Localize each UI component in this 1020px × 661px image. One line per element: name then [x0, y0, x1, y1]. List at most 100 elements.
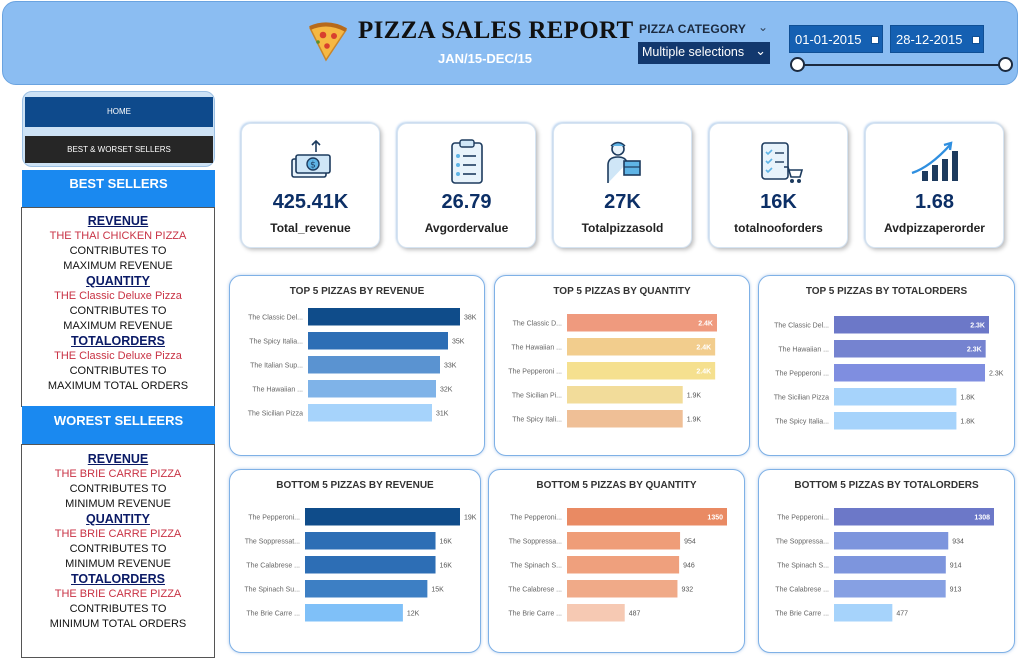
- category-label: The Pepperoni...: [777, 514, 829, 521]
- category-label: The Soppressa...: [776, 538, 829, 545]
- bar[interactable]: [567, 532, 681, 550]
- category-label: The Pepperoni...: [510, 514, 562, 521]
- bar[interactable]: [305, 508, 460, 526]
- bar[interactable]: [308, 332, 448, 350]
- worst-revenue-line1: CONTRIBUTES TO: [69, 483, 167, 495]
- chart-title: BOTTOM 5 PIZZAS BY QUANTITY: [536, 480, 697, 491]
- data-label: 1.9K: [687, 416, 702, 423]
- bar[interactable]: [834, 604, 893, 622]
- bar-chart-plot: The Pepperoni... 1350 The Soppressa... 954 T…: [508, 508, 727, 622]
- data-label: 934: [952, 538, 964, 545]
- bar[interactable]: [834, 412, 957, 430]
- data-label: 19K: [464, 514, 477, 521]
- bar[interactable]: [567, 386, 683, 404]
- date-range-slider-track[interactable]: [797, 64, 1006, 66]
- data-label: 932: [681, 586, 693, 593]
- bar[interactable]: [567, 604, 625, 622]
- category-dropdown[interactable]: Multiple selections ⌄: [638, 42, 770, 64]
- bar[interactable]: [567, 508, 727, 526]
- bar[interactable]: [567, 362, 716, 380]
- date-range-end-handle[interactable]: [998, 57, 1013, 72]
- category-label: The Classic D...: [513, 320, 562, 327]
- bar[interactable]: [305, 556, 436, 574]
- data-label: 954: [684, 538, 696, 545]
- data-label: 2.3K: [970, 322, 985, 329]
- bar[interactable]: [567, 556, 680, 574]
- bar[interactable]: [567, 580, 678, 598]
- bar[interactable]: [834, 556, 946, 574]
- chart-top-quantity: The Classic D... 2.4K The Hawaiian ... 2.4K…: [494, 275, 750, 456]
- calendar-icon[interactable]: [972, 36, 980, 44]
- chart-bottom-revenue: The Pepperoni... 19K The Soppressat... 16K T…: [229, 469, 481, 653]
- worst-orders-pizza: THE BRIE CARRE PIZZA: [54, 588, 182, 600]
- best-worst-sellers-button[interactable]: BEST & WORSET SELLERS: [25, 136, 213, 163]
- kpi-label: totalnooforders: [734, 221, 823, 235]
- best-quantity-line1: CONTRIBUTES TO: [69, 305, 167, 317]
- category-label: The Sicilian Pizza: [248, 410, 303, 417]
- category-label: The Spicy Italia...: [775, 418, 829, 425]
- data-label: 487: [629, 610, 641, 617]
- data-label: 1.9K: [687, 392, 702, 399]
- bar[interactable]: [834, 388, 957, 406]
- bar[interactable]: [305, 604, 403, 622]
- calendar-icon[interactable]: [871, 36, 879, 44]
- date-range-start-handle[interactable]: [790, 57, 805, 72]
- best-revenue-pizza: THE THAI CHICKEN PIZZA: [49, 230, 187, 242]
- bar[interactable]: [834, 364, 986, 382]
- worst-sellers-panel: REVENUE THE BRIE CARRE PIZZA CONTRIBUTES…: [21, 444, 215, 658]
- best-quantity-line2: MAXIMUM REVENUE: [63, 320, 173, 332]
- data-label: 1308: [974, 514, 990, 521]
- category-label: The Calabrese ...: [246, 562, 300, 569]
- best-orders-line1: CONTRIBUTES TO: [69, 365, 167, 377]
- bar[interactable]: [308, 356, 440, 374]
- bar[interactable]: [305, 532, 436, 550]
- bar[interactable]: [308, 404, 432, 422]
- data-label: 16K: [440, 538, 453, 545]
- chevron-down-icon[interactable]: ⌄: [758, 20, 768, 34]
- date-from-input[interactable]: 01-01-2015: [789, 25, 883, 53]
- bar[interactable]: [305, 580, 428, 598]
- chart-top-revenue: The Classic Del... 38K The Spicy Italia...…: [229, 275, 485, 456]
- bar[interactable]: [567, 338, 716, 356]
- kpi-card-avg-order-value: 26.79 Avgordervalue: [397, 123, 536, 248]
- worst-sellers-heading: WOREST SELLEERS: [22, 406, 215, 446]
- best-revenue-heading: REVENUE: [87, 214, 149, 228]
- page-title: PIZZA SALES REPORT: [358, 17, 634, 44]
- best-orders-line2: MAXIMUM TOTAL ORDERS: [47, 380, 189, 392]
- data-label: 1.8K: [960, 394, 975, 401]
- bar[interactable]: [308, 380, 436, 398]
- data-label: 2.4K: [696, 344, 711, 351]
- bar[interactable]: [308, 308, 460, 326]
- data-label: 2.4K: [696, 368, 711, 375]
- category-label: The Pepperoni ...: [508, 368, 562, 375]
- category-label: The Calabrese ...: [775, 586, 829, 593]
- svg-text:$: $: [310, 161, 316, 171]
- worst-revenue-line2: MINIMUM REVENUE: [65, 498, 171, 510]
- kpi-label: Totalpizzasold: [581, 221, 664, 235]
- bar[interactable]: [567, 410, 683, 428]
- category-label: The Spicy Itali...: [512, 416, 562, 423]
- home-button[interactable]: HOME: [25, 97, 213, 127]
- category-label: The Brie Carre ...: [508, 610, 562, 617]
- bar[interactable]: [834, 508, 994, 526]
- best-revenue-line1: CONTRIBUTES TO: [69, 245, 167, 257]
- data-label: 38K: [464, 314, 477, 321]
- category-label: The Pepperoni ...: [775, 370, 829, 377]
- kpi-card-total-orders: 16K totalnooforders: [709, 123, 848, 248]
- kpi-value: 425.41K: [272, 191, 349, 213]
- date-to-input[interactable]: 28-12-2015: [890, 25, 984, 53]
- bar[interactable]: [834, 580, 946, 598]
- category-label: The Italian Sup...: [250, 362, 303, 369]
- category-label: The Classic Del...: [774, 322, 829, 329]
- worst-orders-line2: MINIMUM TOTAL ORDERS: [49, 618, 187, 630]
- bar[interactable]: [567, 314, 717, 332]
- bar[interactable]: [834, 340, 986, 358]
- data-label: 16K: [440, 562, 453, 569]
- category-label: The Hawaiian ...: [778, 346, 829, 353]
- category-label: The Sicilian Pizza: [774, 394, 829, 401]
- bar[interactable]: [834, 532, 949, 550]
- bar-chart-plot: The Classic D... 2.4K The Hawaiian ... 2.4K…: [508, 314, 717, 428]
- data-label: 33K: [444, 362, 457, 369]
- bar[interactable]: [834, 316, 989, 334]
- data-label: 32K: [440, 386, 453, 393]
